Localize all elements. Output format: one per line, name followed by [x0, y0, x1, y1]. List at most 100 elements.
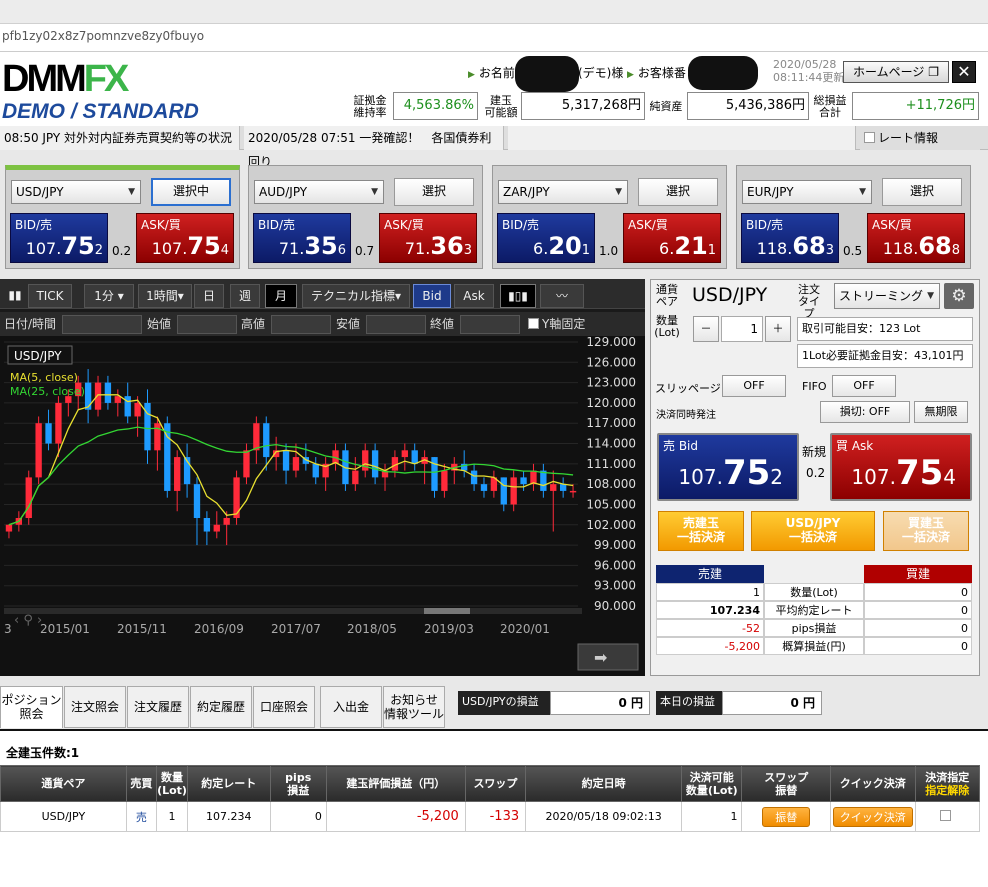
sell-bid-button[interactable]: 売 Bid 107.752	[657, 433, 799, 501]
day-button[interactable]: 日	[194, 284, 224, 308]
tab-news-tools[interactable]: お知らせ 情報ツール	[383, 686, 445, 728]
select-pair-button[interactable]: 選択	[882, 178, 962, 206]
y-tick-label: 126.000	[586, 355, 636, 369]
window-icon: ❐	[928, 65, 939, 79]
candle-body	[243, 450, 250, 478]
swap-transfer-button[interactable]: 振替	[762, 806, 811, 827]
tab-execution-history[interactable]: 約定履歴	[190, 686, 252, 728]
select-pair-button[interactable]: 選択	[638, 178, 718, 206]
candle-body	[530, 470, 537, 485]
y-fixed-toggle[interactable]: Y軸固定	[528, 312, 585, 336]
expiry-button[interactable]: 無期限	[914, 401, 968, 423]
rate-info-toggle[interactable]: レート情報	[860, 126, 980, 150]
pair-select[interactable]: ZAR/JPY ▼	[498, 180, 628, 204]
quick-settle-button[interactable]: クイック決済	[832, 806, 913, 827]
candle-body	[550, 484, 557, 491]
hour-select[interactable]: 1時間▾	[138, 284, 192, 308]
buy-ask-button[interactable]: 買 Ask 107.754	[830, 433, 972, 501]
col-settle: 決済可能 数量(Lot)	[681, 765, 743, 802]
tab-orders[interactable]: 注文照会	[64, 686, 126, 728]
total-pl-label: 総損益 合計	[813, 94, 847, 119]
y-tick-label: 93.000	[594, 579, 636, 593]
bid-quote-button[interactable]: BID/売 71.356	[253, 213, 351, 263]
cell-date: 2020/05/18 09:02:13	[525, 801, 683, 832]
chevron-down-icon: ▼	[927, 291, 934, 301]
pair-select[interactable]: EUR/JPY ▼	[742, 180, 872, 204]
chart-scrollbar-thumb[interactable]	[424, 608, 470, 614]
bid-quote-button[interactable]: BID/売 118.683	[741, 213, 839, 263]
address-bar[interactable]: pfb1zy02x8z7pomnzve8zy0fbuyo	[0, 24, 988, 52]
select-pair-button[interactable]: 選択中	[151, 178, 231, 206]
bid-quote-button[interactable]: BID/売 6.201	[497, 213, 595, 263]
bid-quote-button[interactable]: BID/売 107.752	[10, 213, 108, 263]
bid-button[interactable]: Bid	[413, 284, 451, 308]
month-button[interactable]: 月	[265, 284, 297, 308]
checkbox-icon[interactable]	[528, 318, 539, 329]
cell-pl: -5,200	[325, 801, 466, 832]
tab-position[interactable]: ポジション 照会	[0, 686, 63, 728]
tick-button[interactable]: TICK	[28, 284, 72, 308]
slippage-toggle[interactable]: OFF	[722, 375, 786, 397]
summary-row: 1 数量(Lot) 0	[656, 583, 972, 601]
tab-deposit[interactable]: 入出金	[320, 686, 382, 728]
ask-quote-button[interactable]: ASK/買 118.688	[867, 213, 965, 263]
gear-icon[interactable]: ⚙	[944, 283, 974, 309]
y-tick-label: 114.000	[586, 437, 636, 451]
cell-qty: 1	[155, 801, 189, 832]
close-label: 終値	[430, 317, 455, 331]
candle-body	[569, 490, 577, 493]
buy-bulk-settle-button[interactable]: 買建玉 一括決済	[883, 511, 969, 551]
week-button[interactable]: 週	[230, 284, 260, 308]
high-field	[271, 315, 331, 334]
candle-body	[45, 423, 52, 444]
news-item[interactable]: 08:50 JPY 対外対内証券売買契約等の状況	[0, 126, 240, 150]
news-item[interactable]: 2020/05/28 07:51 一発確認！ 各国債券利回り	[244, 126, 504, 169]
tab-order-history[interactable]: 注文履歴	[127, 686, 189, 728]
ask-quote-button[interactable]: ASK/買 71.363	[379, 213, 477, 263]
qty-plus-button[interactable]: ＋	[765, 316, 791, 342]
ask-quote-button[interactable]: ASK/買 6.211	[623, 213, 721, 263]
candle-body	[213, 524, 220, 532]
buy-value: 0	[864, 601, 972, 619]
y-tick-label: 120.000	[586, 396, 636, 410]
sell-header: 売建	[656, 565, 764, 583]
select-pair-button[interactable]: 選択	[394, 178, 474, 206]
candle-type-icon[interactable]: ▮▮	[4, 284, 26, 308]
sell-value: 107.234	[656, 601, 764, 619]
y-tick-label: 102.000	[586, 518, 636, 532]
candle-body	[104, 382, 112, 403]
tab-account[interactable]: 口座照会	[253, 686, 315, 728]
table-row[interactable]: USD/JPY 売 1 107.234 0 -5,200 -133 2020/0…	[0, 801, 981, 832]
chart-scrollbar[interactable]	[4, 608, 582, 614]
technical-select[interactable]: テクニカル指標▾	[302, 284, 410, 308]
chart-expand-button[interactable]	[577, 643, 639, 671]
order-type-select[interactable]: ストリーミング ▼	[834, 283, 940, 309]
stoploss-button[interactable]: 損切: OFF	[820, 401, 910, 423]
candle-body	[223, 518, 230, 525]
candlestick-chart[interactable]: 129.000 126.000 123.000 120.000 117.000 114.0…	[0, 336, 645, 676]
qty-input[interactable]: 1	[721, 316, 763, 342]
zoom-icons[interactable]: ‹ ⚲ ›	[14, 613, 42, 628]
minute-select[interactable]: 1分 ▾	[84, 284, 134, 308]
candle-chart-icon[interactable]: ▮▯▮	[500, 284, 536, 308]
close-button[interactable]: ✕	[952, 61, 976, 83]
pair-bulk-settle-button[interactable]: USD/JPY 一括決済	[751, 511, 875, 551]
col-pl: 建玉評価損益（円）	[325, 765, 466, 802]
sell-bulk-settle-button[interactable]: 売建玉 一括決済	[658, 511, 744, 551]
ask-button[interactable]: Ask	[454, 284, 494, 308]
redacted-name	[515, 56, 579, 92]
homepage-button[interactable]: ホームページ ❐	[843, 61, 949, 83]
position-summary: 売建 買建 1 数量(Lot) 0 107.234 平均約定レート 0 -52 pips損益 0…	[656, 565, 972, 655]
pair-select[interactable]: USD/JPY ▼	[11, 180, 141, 204]
checkbox-icon[interactable]	[864, 132, 875, 143]
ask-quote-button[interactable]: ASK/買 107.754	[136, 213, 234, 263]
fifo-toggle[interactable]: OFF	[832, 375, 896, 397]
pair-label: 通貨 ペア	[656, 283, 678, 308]
buildable-label: 建玉 可能額	[484, 94, 518, 119]
qty-label: 数量 (Lot)	[654, 314, 680, 339]
pair-select[interactable]: AUD/JPY ▼	[254, 180, 384, 204]
qty-minus-button[interactable]: －	[693, 316, 719, 342]
buy-value: 0	[864, 619, 972, 637]
line-chart-icon[interactable]: 〰	[540, 284, 584, 308]
settle-checkbox[interactable]	[940, 810, 952, 821]
